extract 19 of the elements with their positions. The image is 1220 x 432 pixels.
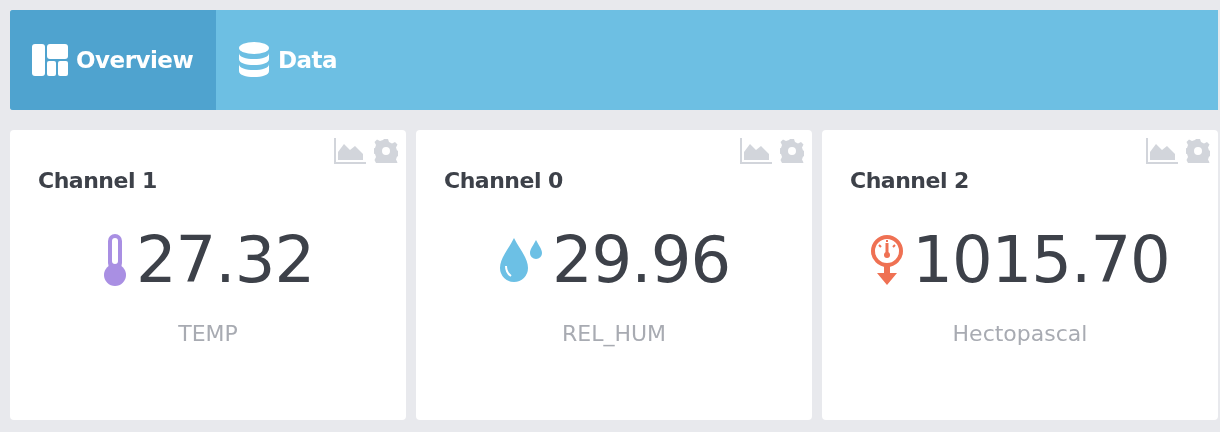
sensor-value: 27.32 xyxy=(135,223,315,297)
settings-icon[interactable] xyxy=(1186,139,1210,163)
unit-label: REL_HUM xyxy=(561,321,667,346)
sensor-value: 1015.70 xyxy=(912,223,1170,297)
database-icon xyxy=(238,42,270,78)
widget-title: Channel 0 xyxy=(444,168,563,193)
area-chart-icon[interactable] xyxy=(740,138,772,164)
nav-tab[interactable]: Data xyxy=(216,10,358,110)
settings-icon[interactable] xyxy=(780,139,804,163)
area-chart-icon[interactable] xyxy=(334,138,366,164)
widget-title: Channel 2 xyxy=(850,168,969,193)
unit-label: TEMP xyxy=(178,321,238,346)
sensor-value: 29.96 xyxy=(551,223,731,297)
layout-icon xyxy=(32,44,68,76)
widget-title: Channel 1 xyxy=(38,168,157,193)
unit-label: Hectopascal xyxy=(952,321,1088,346)
settings-icon[interactable] xyxy=(374,139,398,163)
area-chart-icon[interactable] xyxy=(1146,138,1178,164)
nav-tab[interactable]: Overview xyxy=(10,10,216,110)
